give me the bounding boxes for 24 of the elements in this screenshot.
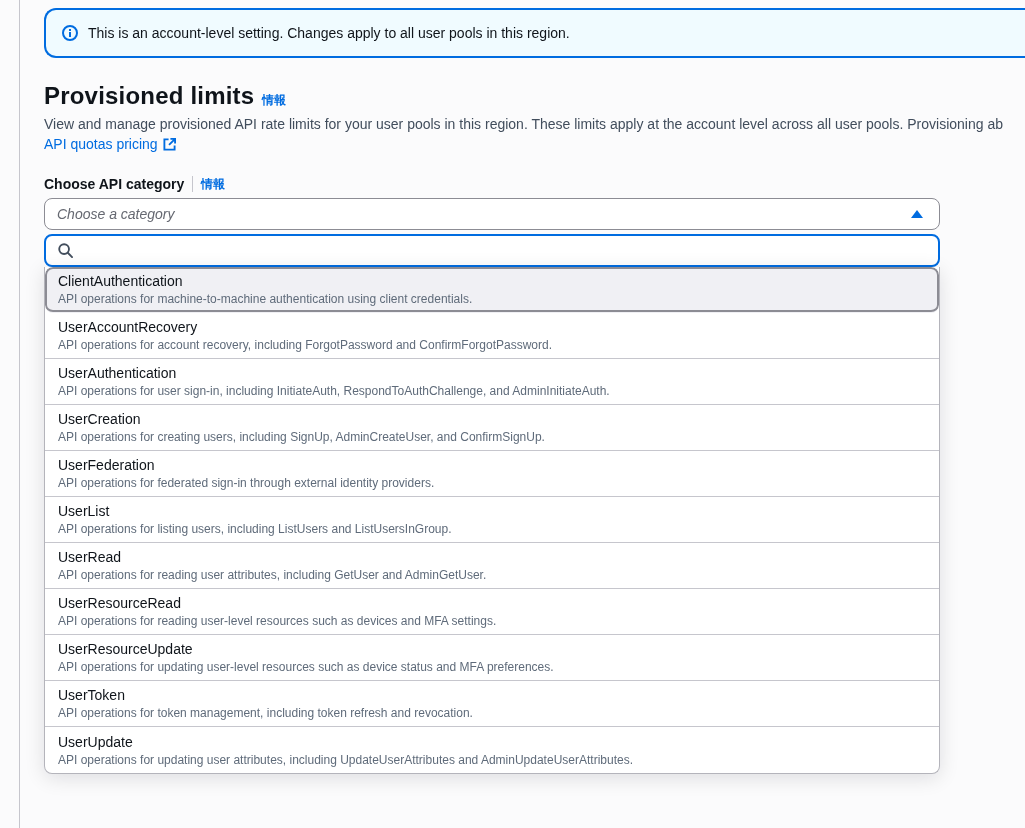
search-icon (58, 243, 73, 258)
category-option[interactable]: UserList API operations for listing users, including ListUsers and ListUsersInGroup. (45, 497, 939, 543)
info-link[interactable]: 情報 (262, 92, 287, 108)
category-option[interactable]: UserUpdate API operations for updating user attributes, including UpdateUserAttributes and AdminUpdateUserAttributes. (45, 727, 939, 773)
category-option[interactable]: UserCreation API operations for creating users, including SignUp, AdminCreateUser, and ConfirmSignUp. (45, 405, 939, 451)
external-link-icon (162, 137, 176, 151)
category-option[interactable]: UserResourceRead API operations for reading user-level resources such as devices and MFA settings. (45, 589, 939, 635)
info-icon (62, 25, 78, 41)
category-option[interactable]: UserToken API operations for token management, including token refresh and revocation. (45, 681, 939, 727)
category-option[interactable]: UserRead API operations for reading user attributes, including GetUser and AdminGetUser. (45, 543, 939, 589)
category-option[interactable]: UserAuthentication API operations for user sign-in, including InitiateAuth, RespondToAuthChallenge, and AdminInitiateAuth. (45, 359, 939, 405)
category-option[interactable]: UserResourceUpdate API operations for updating user-level resources such as device status and MFA preferences. (45, 635, 939, 681)
description-text: View and manage provisioned API rate limits for your user pools in this region. These limits apply at the account level across all user pools. Provisioning ab (44, 115, 1004, 134)
category-option[interactable]: ClientAuthentication API operations for machine-to-machine authentication using client credentials. (45, 267, 939, 313)
category-option[interactable]: UserAccountRecovery API operations for account recovery, including ForgotPassword and ConfirmForgotPassword. (45, 313, 939, 359)
pricing-link[interactable]: API quotas pricing (44, 134, 176, 154)
alert-text: This is an account-level setting. Changes apply to all user pools in this region. (88, 24, 570, 43)
caret-icon (911, 210, 923, 218)
search-field[interactable] (44, 234, 940, 267)
section-title: Provisioned limits (44, 81, 255, 111)
category-select[interactable]: Choose a category (44, 198, 940, 230)
info-link[interactable]: 情報 (201, 176, 226, 192)
field-label: Choose API category (44, 175, 185, 194)
category-option[interactable]: UserFederation API operations for federated sign-in through external identity providers. (45, 451, 939, 497)
